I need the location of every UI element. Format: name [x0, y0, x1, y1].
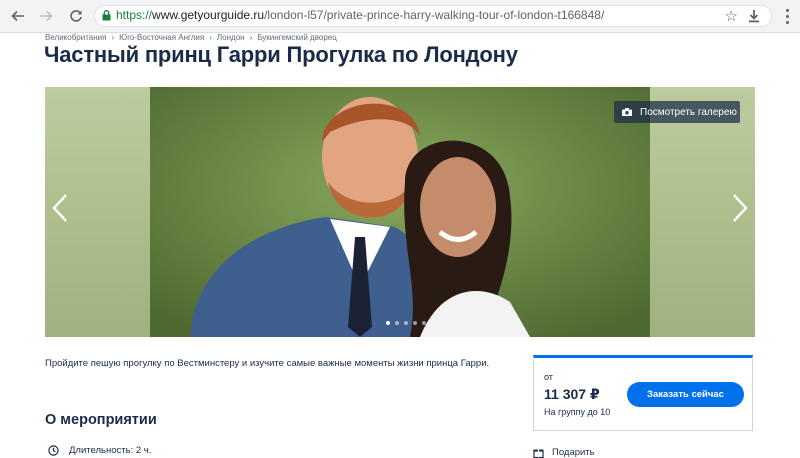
duration-label: Длительность: 2 ч.: [69, 445, 152, 456]
breadcrumb-item[interactable]: Лондон: [217, 33, 245, 42]
camera-icon: [622, 108, 632, 116]
breadcrumb: Великобритания › Юго-Восточная Англия › Лонд…: [45, 33, 337, 42]
download-icon[interactable]: [746, 8, 762, 24]
breadcrumb-item[interactable]: Букингемский дворец: [257, 33, 337, 42]
back-icon[interactable]: [8, 6, 28, 26]
photo-gallery[interactable]: [45, 87, 755, 337]
chevron-right-icon[interactable]: [726, 192, 752, 224]
pagination-dot[interactable]: [422, 321, 426, 325]
url-protocol: https://: [116, 8, 153, 22]
clock-icon: [48, 445, 59, 456]
breadcrumb-separator: ›: [249, 33, 253, 42]
url-path: /london-l57/private-prince-harry-walking…: [264, 8, 605, 22]
menu-icon[interactable]: [780, 6, 794, 26]
book-now-button[interactable]: Заказать сейчас: [627, 382, 744, 407]
breadcrumb-item[interactable]: Юго-Восточная Англия: [119, 33, 204, 42]
star-icon[interactable]: ☆: [725, 7, 738, 25]
breadcrumb-separator: ›: [209, 33, 212, 42]
chevron-left-icon[interactable]: [48, 192, 74, 224]
pagination-dot[interactable]: [413, 321, 417, 325]
price-from-label: от: [544, 372, 553, 382]
lock-icon: [102, 10, 111, 21]
browser-toolbar: https://www.getyourguide.ru/london-l57/p…: [0, 0, 800, 33]
booking-card: от 11 307 ₽ На группу до 10 Заказать сей…: [533, 355, 753, 431]
address-bar[interactable]: https://www.getyourguide.ru/london-l57/p…: [94, 5, 772, 27]
forward-icon[interactable]: [36, 6, 56, 26]
url-text: https://www.getyourguide.ru/london-l57/p…: [116, 8, 604, 22]
page-title: Частный принц Гарри Прогулка по Лондону: [44, 42, 518, 67]
view-gallery-label: Посмотреть галерею: [640, 106, 737, 118]
about-heading: О мероприятии: [45, 412, 157, 428]
pagination-dot[interactable]: [404, 321, 408, 325]
duration-row: Длительность: 2 ч.: [48, 445, 151, 456]
price-per-group: На группу до 10: [544, 407, 611, 417]
gallery-pagination: [386, 321, 426, 325]
pagination-dot[interactable]: [395, 321, 399, 325]
tour-photo[interactable]: [150, 87, 650, 337]
gift-link[interactable]: Подарить: [533, 447, 595, 458]
url-host: www.getyourguide.ru: [152, 8, 265, 22]
reload-icon[interactable]: [66, 6, 86, 26]
view-gallery-button[interactable]: Посмотреть галерею: [614, 101, 740, 123]
gift-icon: [533, 449, 544, 458]
gift-label: Подарить: [552, 447, 595, 458]
breadcrumb-separator: ›: [111, 33, 115, 42]
breadcrumb-item[interactable]: Великобритания: [45, 33, 106, 42]
price-value: 11 307 ₽: [544, 386, 600, 402]
tour-description: Пройдите пешую прогулку по Вестминстеру …: [45, 358, 490, 369]
pagination-dot[interactable]: [386, 321, 390, 325]
